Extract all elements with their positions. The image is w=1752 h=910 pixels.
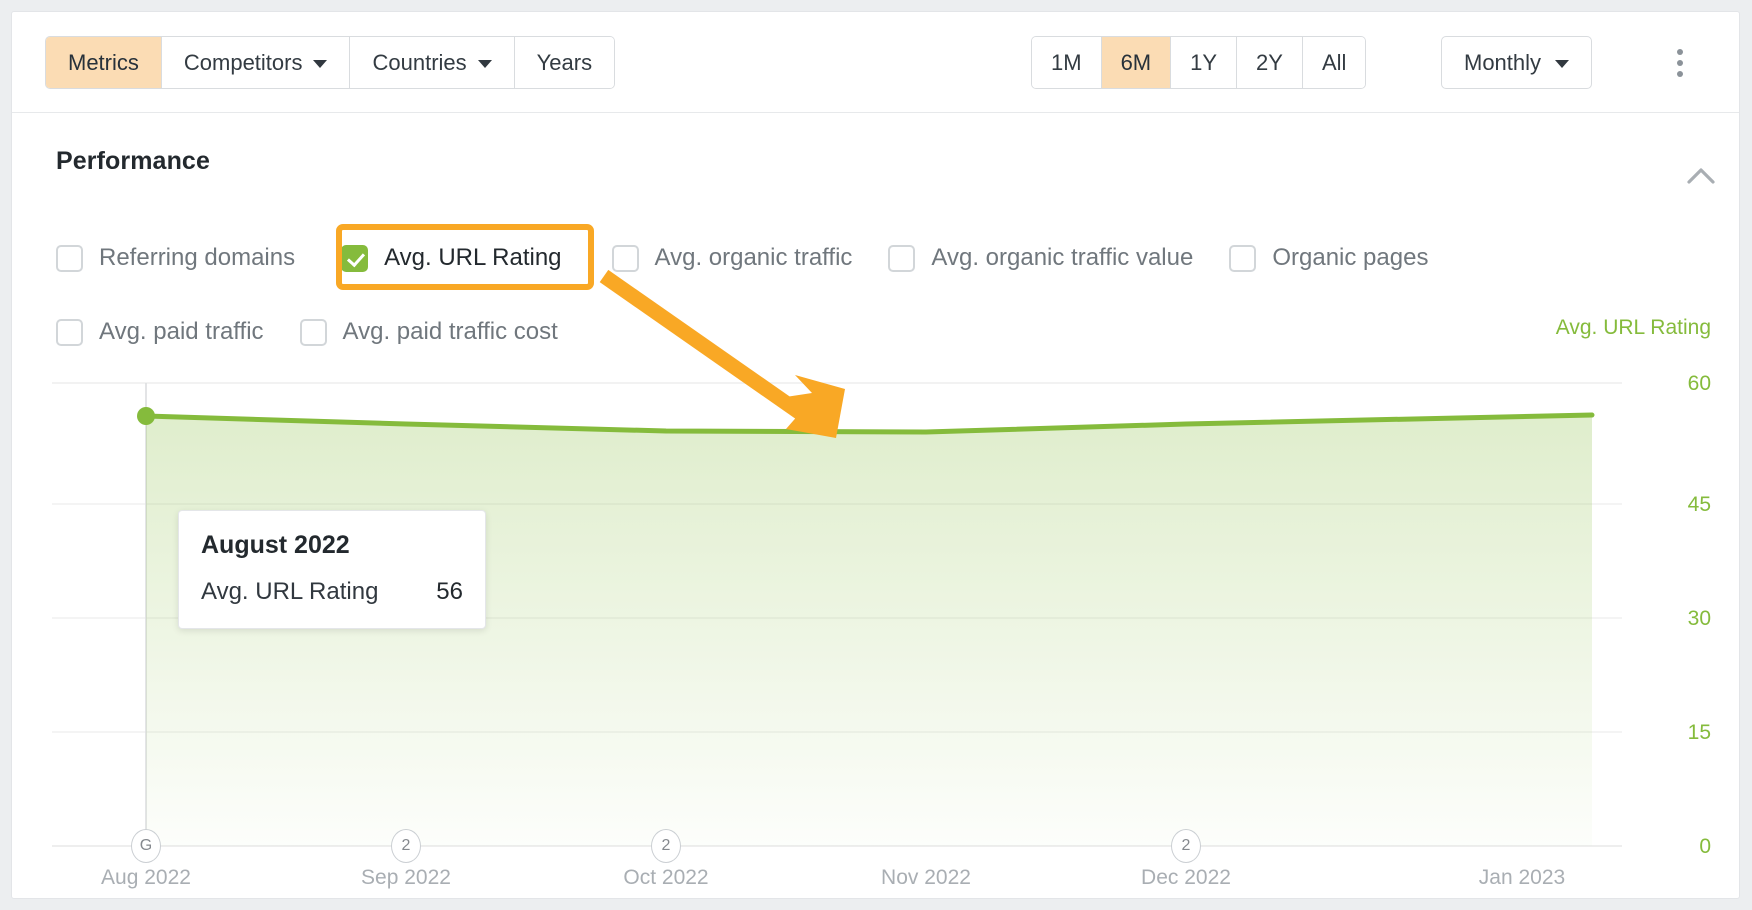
chart-data-point [137,407,155,425]
chart-tooltip: August 2022 Avg. URL Rating 56 [178,510,486,629]
y-tick-30: 30 [1688,607,1711,631]
tab-metrics-label: Metrics [68,50,139,76]
event-marker-dec-2022[interactable]: 2 [1171,829,1201,863]
x-tick-nov-2022: Nov 2022 [881,866,971,890]
range-all[interactable]: All [1303,37,1365,88]
y-tick-0: 0 [1699,835,1711,859]
metric-label: Referring domains [99,244,295,272]
metric-label: Avg. paid traffic cost [343,318,558,346]
range-6m[interactable]: 6M [1102,37,1172,88]
collapse-section-button[interactable] [1677,157,1725,199]
event-marker-google-update[interactable]: G [131,829,161,863]
y-tick-60: 60 [1688,372,1711,396]
checkbox-icon[interactable] [56,319,83,346]
range-1m-label: 1M [1051,50,1082,76]
checkbox-icon[interactable] [888,245,915,272]
kebab-menu-icon [1677,60,1683,66]
x-tick-aug-2022: Aug 2022 [101,866,191,890]
checkbox-icon[interactable] [56,245,83,272]
y-tick-45: 45 [1688,493,1711,517]
tooltip-metric-label: Avg. URL Rating [201,578,378,606]
chevron-up-icon [1677,157,1725,199]
kebab-menu-icon [1677,71,1683,77]
x-tick-jan-2023: Jan 2023 [1479,866,1565,890]
chart-toolbar: Metrics Competitors Countries Years 1M [12,12,1739,113]
tab-countries[interactable]: Countries [350,37,514,88]
metric-label: Avg. paid traffic [99,318,264,346]
tab-metrics[interactable]: Metrics [46,37,162,88]
metric-referring-domains[interactable]: Referring domains [56,244,295,272]
checkbox-icon[interactable] [1229,245,1256,272]
range-2y-label: 2Y [1256,50,1283,76]
metric-label: Avg. URL Rating [384,244,561,272]
app-root: Metrics Competitors Countries Years 1M [0,0,1752,910]
tooltip-title: August 2022 [201,531,463,560]
metric-organic-pages[interactable]: Organic pages [1229,244,1428,272]
x-tick-sep-2022: Sep 2022 [361,866,451,890]
range-1y-label: 1Y [1190,50,1217,76]
range-6m-label: 6M [1121,50,1152,76]
date-range-group: 1M 6M 1Y 2Y All [1031,36,1366,89]
chevron-down-icon [478,60,492,68]
tab-countries-label: Countries [372,50,466,76]
y-tick-15: 15 [1688,721,1711,745]
kebab-menu-icon [1677,49,1683,55]
tab-competitors[interactable]: Competitors [162,37,351,88]
metric-avg-organic-traffic-value[interactable]: Avg. organic traffic value [888,244,1193,272]
metric-checkbox-row-1: Referring domains Avg. URL Rating Avg. o… [56,244,1428,272]
checkbox-icon[interactable] [300,319,327,346]
page-title: Performance [56,147,210,176]
granularity-label: Monthly [1464,50,1541,76]
x-tick-dec-2022: Dec 2022 [1141,866,1231,890]
view-tab-group: Metrics Competitors Countries Years [45,36,615,89]
tooltip-metric-value: 56 [436,578,463,606]
range-1m[interactable]: 1M [1032,37,1102,88]
metric-label: Organic pages [1272,244,1428,272]
metric-checkbox-row-2: Avg. paid traffic Avg. paid traffic cost [56,318,558,346]
checkbox-icon[interactable] [612,245,639,272]
more-options-button[interactable] [1660,42,1700,84]
event-marker-sep-2022[interactable]: 2 [391,829,421,863]
range-all-label: All [1322,50,1346,76]
tab-competitors-label: Competitors [184,50,303,76]
chevron-down-icon [313,60,327,68]
range-2y[interactable]: 2Y [1237,37,1303,88]
metric-avg-paid-traffic[interactable]: Avg. paid traffic [56,318,264,346]
performance-panel: Metrics Competitors Countries Years 1M [11,11,1740,899]
tab-years-label: Years [537,50,592,76]
metric-avg-paid-traffic-cost[interactable]: Avg. paid traffic cost [300,318,558,346]
chevron-down-icon [1555,60,1569,68]
tab-years[interactable]: Years [515,37,614,88]
y-axis-title: Avg. URL Rating [1556,316,1711,340]
chart-area-fill [146,415,1592,846]
granularity-dropdown[interactable]: Monthly [1441,36,1592,89]
metric-avg-url-rating[interactable]: Avg. URL Rating [341,244,561,272]
tooltip-metric-row: Avg. URL Rating 56 [201,578,463,606]
metric-avg-organic-traffic[interactable]: Avg. organic traffic [612,244,853,272]
x-tick-oct-2022: Oct 2022 [623,866,708,890]
range-1y[interactable]: 1Y [1171,37,1237,88]
metric-label: Avg. organic traffic value [931,244,1193,272]
metric-label: Avg. organic traffic [655,244,853,272]
checkbox-checked-icon[interactable] [341,245,368,272]
event-marker-oct-2022[interactable]: 2 [651,829,681,863]
